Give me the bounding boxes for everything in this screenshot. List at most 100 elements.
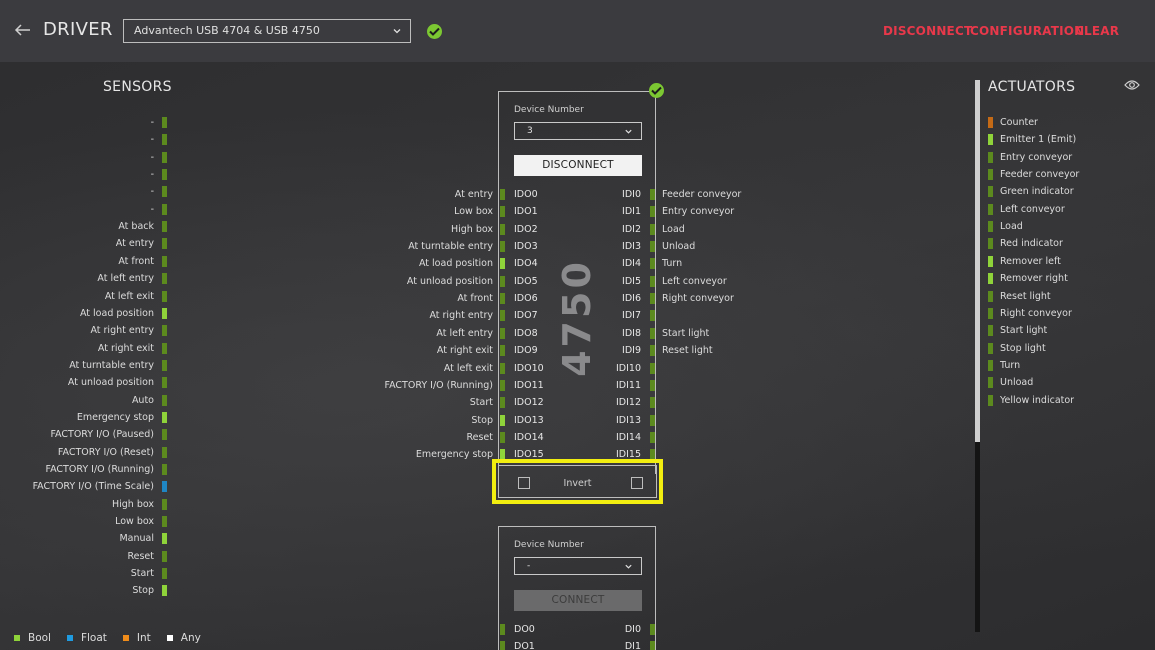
- actuator-item[interactable]: Turn: [988, 357, 1020, 374]
- output-pin-indicator: [500, 310, 505, 322]
- output-pin-indicator: [500, 362, 505, 374]
- mapped-sensor-label[interactable]: Reset: [466, 432, 493, 443]
- invert-right-checkbox[interactable]: [631, 477, 643, 489]
- actuator-item[interactable]: Start light: [988, 322, 1047, 339]
- actuator-item[interactable]: Remover right: [988, 270, 1068, 287]
- sensor-item[interactable]: FACTORY I/O (Running): [46, 461, 167, 478]
- mapped-actuator-label[interactable]: Reset light: [662, 345, 713, 356]
- io-mapping-row: Start IDO12 IDI12: [0, 394, 1155, 411]
- actuator-item[interactable]: Red indicator: [988, 235, 1063, 252]
- mapped-sensor-label[interactable]: Stop: [471, 415, 493, 426]
- mapped-sensor-label[interactable]: Low box: [454, 206, 493, 217]
- device-number-select[interactable]: 3: [514, 122, 642, 140]
- output-pin-indicator: [500, 345, 505, 357]
- actuator-item[interactable]: Unload: [988, 374, 1033, 391]
- mapped-actuator-label[interactable]: Right conveyor: [662, 293, 734, 304]
- actuator-item[interactable]: Emitter 1 (Emit): [988, 131, 1076, 148]
- input-pin-label: IDI7: [622, 310, 641, 322]
- output-pin-indicator: [500, 641, 505, 650]
- mapped-sensor-label[interactable]: At unload position: [407, 276, 493, 287]
- device-connect-button[interactable]: CONNECT: [514, 590, 642, 611]
- output-pin-indicator: [500, 624, 505, 635]
- mapped-actuator-label[interactable]: Turn: [662, 258, 682, 269]
- mapped-sensor-label[interactable]: At right entry: [429, 310, 493, 321]
- device-number-select-2[interactable]: -: [514, 557, 642, 575]
- actuator-label: Start light: [1000, 325, 1048, 337]
- mapped-sensor-label[interactable]: At left entry: [436, 328, 493, 339]
- sensor-item[interactable]: -: [151, 131, 167, 148]
- sensor-item[interactable]: High box: [112, 496, 167, 513]
- actuator-item[interactable]: Counter: [988, 114, 1038, 131]
- mapped-actuator-label[interactable]: Unload: [662, 241, 695, 252]
- mapped-actuator-label[interactable]: Feeder conveyor: [662, 189, 741, 200]
- mapped-actuator-label[interactable]: Entry conveyor: [662, 206, 734, 217]
- sensor-item[interactable]: Stop: [132, 582, 167, 599]
- sensor-label: Low box: [115, 516, 154, 528]
- output-pin-label: DO0: [514, 624, 535, 635]
- sensor-item[interactable]: Reset: [127, 548, 167, 565]
- actuators-scrollbar[interactable]: [975, 80, 980, 632]
- sensor-item[interactable]: -: [151, 149, 167, 166]
- sensor-item[interactable]: -: [151, 114, 167, 131]
- actuator-item[interactable]: Green indicator: [988, 183, 1074, 200]
- input-pin-indicator: [650, 379, 655, 391]
- mapped-actuator-label[interactable]: Left conveyor: [662, 276, 727, 287]
- input-pin-label: IDI4: [622, 258, 641, 270]
- actuator-indicator: [988, 238, 993, 250]
- sensor-item[interactable]: Manual: [119, 530, 167, 547]
- actuator-item[interactable]: Remover left: [988, 253, 1061, 270]
- mapped-sensor-label[interactable]: At turntable entry: [408, 241, 493, 252]
- actuator-indicator: [988, 203, 993, 215]
- actuator-item[interactable]: Left conveyor: [988, 201, 1065, 218]
- output-pin-label: IDO0: [514, 189, 538, 200]
- clear-button[interactable]: CLEAR: [1075, 24, 1119, 38]
- mapped-sensor-label[interactable]: FACTORY I/O (Running): [385, 380, 494, 391]
- disconnect-button[interactable]: DISCONNECT: [883, 24, 972, 38]
- actuator-item[interactable]: Load: [988, 218, 1023, 235]
- io-mapping-row: At right exit IDO9 IDI9 Reset light: [0, 342, 1155, 359]
- actuator-item[interactable]: Feeder conveyor: [988, 166, 1079, 183]
- actuator-item[interactable]: Reset light: [988, 288, 1051, 305]
- mapped-actuator-label[interactable]: Load: [662, 224, 685, 235]
- actuator-label: Turn: [1000, 359, 1021, 371]
- output-pin-indicator: [500, 223, 505, 235]
- chevron-down-icon: [393, 29, 401, 34]
- actuator-item[interactable]: Stop light: [988, 340, 1046, 357]
- legend-label: Bool: [28, 632, 51, 644]
- mapped-sensor-label[interactable]: At entry: [455, 189, 493, 200]
- sensor-item[interactable]: Start: [131, 565, 167, 582]
- mapped-sensor-label[interactable]: At left exit: [444, 363, 493, 374]
- device-disconnect-button[interactable]: DISCONNECT: [514, 155, 642, 176]
- sensor-indicator: [162, 516, 167, 528]
- actuator-indicator: [988, 377, 993, 389]
- mapped-sensor-label[interactable]: At right exit: [437, 345, 493, 356]
- sensor-item[interactable]: -: [151, 166, 167, 183]
- output-pin-indicator: [500, 379, 505, 391]
- mapped-sensor-label[interactable]: At load position: [419, 258, 493, 269]
- mapped-sensor-label[interactable]: At front: [457, 293, 493, 304]
- back-arrow-icon[interactable]: [13, 20, 33, 40]
- output-pin-label: IDO2: [514, 223, 538, 235]
- input-pin-label: IDI1: [622, 206, 641, 218]
- mapped-sensor-label[interactable]: High box: [451, 224, 493, 235]
- input-pin-label: IDI5: [622, 275, 641, 287]
- actuator-item[interactable]: Entry conveyor: [988, 149, 1072, 166]
- type-legend: Bool Float Int Any: [14, 632, 217, 644]
- actuator-item[interactable]: Right conveyor: [988, 305, 1072, 322]
- actuator-label: Green indicator: [1000, 186, 1074, 198]
- page-title: DRIVER: [43, 19, 113, 40]
- input-pin-label: DI0: [624, 624, 641, 635]
- mapped-sensor-label[interactable]: Emergency stop: [416, 449, 493, 460]
- actuators-scrollbar-thumb[interactable]: [975, 80, 980, 442]
- input-pin-label: IDI10: [615, 362, 641, 374]
- legend-swatch: [122, 635, 129, 641]
- driver-select[interactable]: Advantech USB 4704 & USB 4750: [123, 19, 411, 43]
- configuration-button[interactable]: CONFIGURATION: [970, 24, 1084, 38]
- eye-icon[interactable]: [1124, 79, 1140, 91]
- mapped-actuator-label[interactable]: Start light: [662, 328, 709, 339]
- sensor-item[interactable]: Low box: [115, 513, 167, 530]
- actuator-label: Entry conveyor: [1000, 151, 1073, 163]
- sensor-item[interactable]: FACTORY I/O (Time Scale): [33, 478, 167, 495]
- mapped-sensor-label[interactable]: Start: [470, 397, 493, 408]
- actuator-item[interactable]: Yellow indicator: [988, 392, 1074, 409]
